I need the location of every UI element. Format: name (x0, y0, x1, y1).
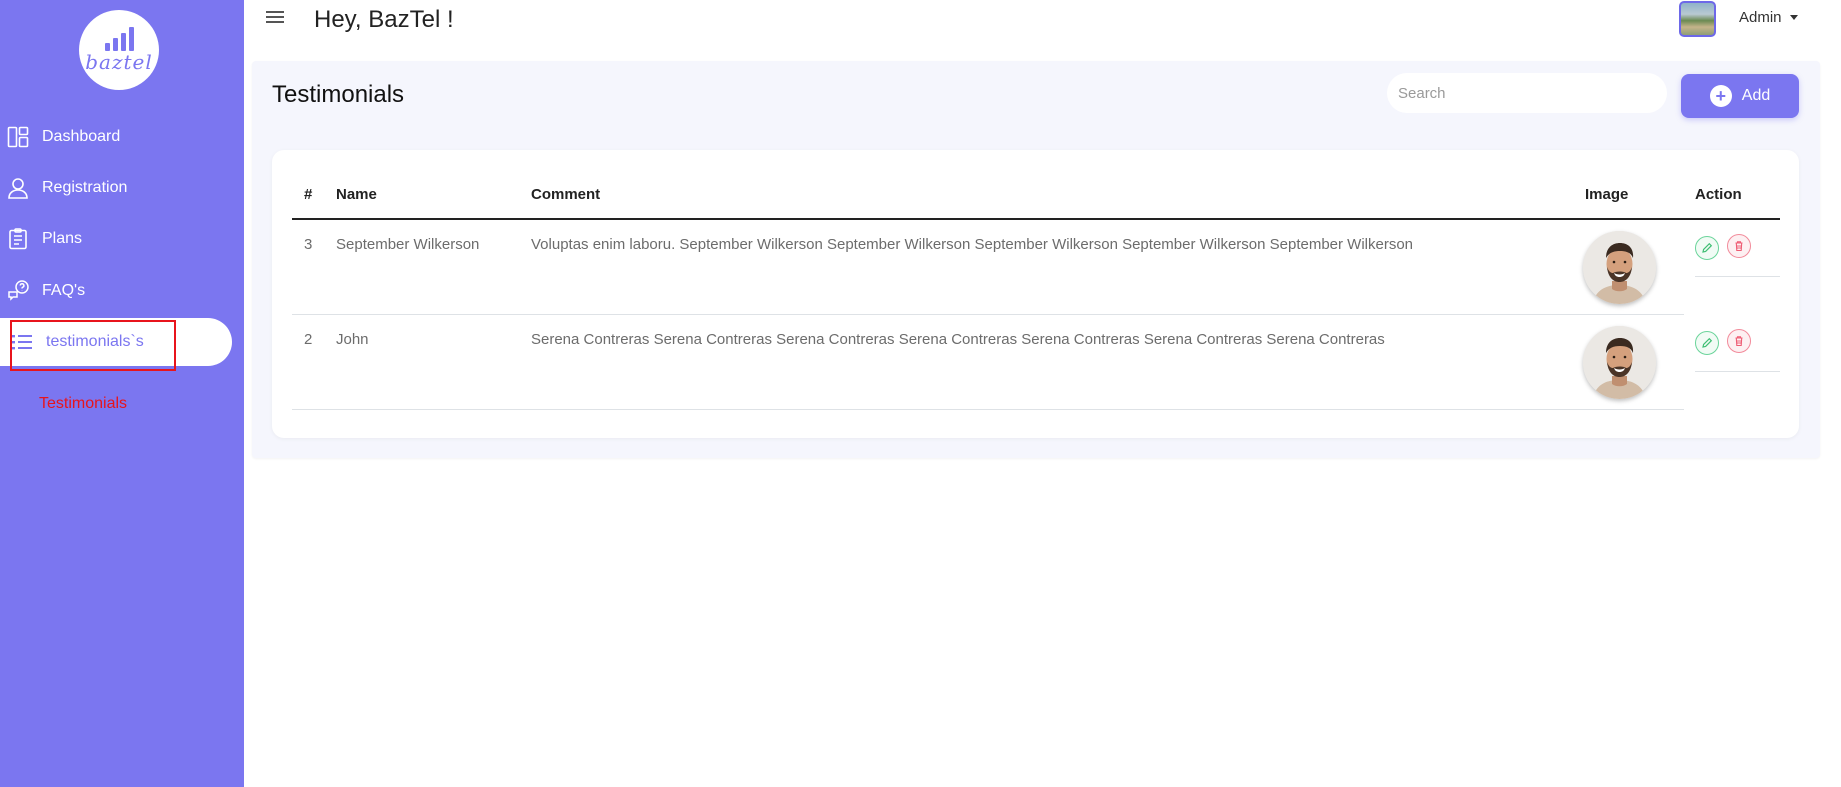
clipboard-icon (7, 228, 29, 250)
add-button[interactable]: + Add (1681, 74, 1799, 118)
sidebar-item-registration[interactable]: Registration (0, 164, 232, 212)
signal-bars-icon (104, 27, 134, 51)
caret-down-icon (1789, 15, 1798, 20)
sidebar-item-plans[interactable]: Plans (0, 215, 232, 263)
plus-icon: + (1709, 85, 1732, 107)
row-comment: Voluptas enim laboru. September Wilkerso… (531, 236, 1414, 253)
row-id: 3 (304, 236, 313, 253)
row-comment: Serena Contreras Serena Contreras Serena… (531, 331, 1385, 348)
admin-dropdown[interactable]: Admin (1739, 9, 1798, 26)
row-name: September Wilkerson (336, 236, 480, 253)
column-header-image: Image (1585, 186, 1629, 203)
sidebar-item-dashboard[interactable]: Dashboard (0, 113, 232, 161)
pencil-icon (1702, 242, 1713, 253)
row-name: John (336, 331, 369, 348)
pencil-icon (1702, 337, 1713, 348)
table-card (272, 150, 1799, 438)
sidebar-item-label: FAQ's (42, 282, 86, 299)
trash-icon (1735, 241, 1743, 252)
submenu-item-testimonials[interactable]: Testimonials (39, 395, 127, 413)
action-divider (1695, 276, 1780, 277)
testimonial-photo (1583, 231, 1656, 304)
sidebar-item-faqs[interactable]: FAQ's (0, 267, 232, 315)
user-icon (7, 177, 29, 199)
faq-icon (7, 280, 29, 302)
sidebar-item-label: Plans (42, 230, 83, 247)
selection-highlight (10, 320, 176, 371)
edit-button[interactable] (1695, 331, 1719, 355)
baztel-logo[interactable]: baztel (79, 10, 159, 90)
sidebar: baztel Dashboard Registration Plans FAQ'… (0, 0, 244, 787)
row-divider (292, 314, 1684, 315)
logo-text: baztel (85, 50, 153, 74)
edit-button[interactable] (1695, 236, 1719, 260)
trash-icon (1735, 336, 1743, 347)
admin-label: Admin (1739, 9, 1782, 26)
page-title: Testimonials (272, 81, 405, 108)
greeting-text: Hey, BazTel ! (314, 6, 454, 33)
column-header-action: Action (1695, 186, 1742, 203)
search-input[interactable] (1387, 73, 1667, 113)
column-header-comment: Comment (531, 186, 601, 203)
hamburger-menu-icon[interactable] (266, 8, 284, 26)
table-header-divider (292, 218, 1780, 220)
delete-button[interactable] (1727, 234, 1751, 258)
sidebar-item-label: Dashboard (42, 128, 121, 145)
row-id: 2 (304, 331, 313, 348)
column-header-name: Name (336, 186, 377, 203)
avatar[interactable] (1679, 1, 1716, 37)
row-divider (292, 409, 1684, 410)
dashboard-icon (7, 126, 29, 148)
sidebar-item-label: Registration (42, 179, 128, 196)
add-button-label: Add (1741, 87, 1771, 104)
delete-button[interactable] (1727, 329, 1751, 353)
testimonial-photo (1583, 326, 1656, 399)
action-divider (1695, 371, 1780, 372)
column-header-id: # (304, 186, 313, 203)
